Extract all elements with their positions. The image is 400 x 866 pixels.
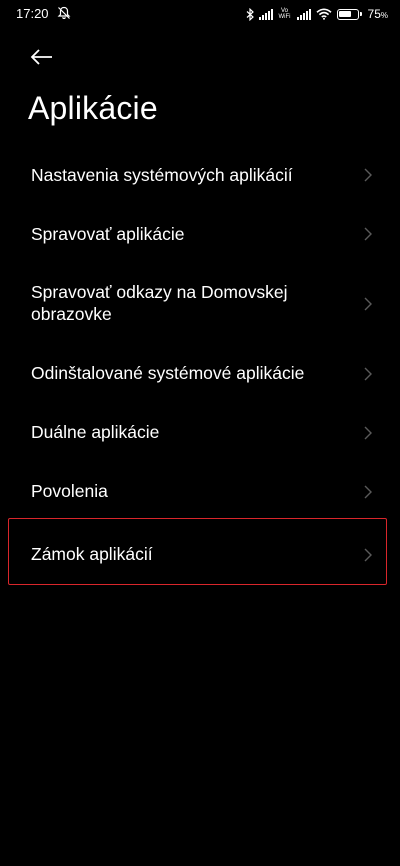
highlight-box [8, 518, 387, 585]
chevron-right-icon [364, 367, 372, 380]
chevron-right-icon [364, 426, 372, 439]
back-arrow-icon[interactable] [28, 42, 58, 72]
menu-item-permissions[interactable]: Povolenia [0, 462, 400, 522]
menu-item-dual-apps[interactable]: Duálne aplikácie [0, 403, 400, 462]
chevron-right-icon [364, 485, 372, 499]
status-icons: Vo WiFi 75% [246, 5, 388, 23]
page-title: Aplikácie [28, 90, 158, 126]
mute-icon [57, 6, 71, 19]
wifi-label: WiFi [278, 14, 291, 20]
battery-percent: 75% [367, 7, 388, 21]
wifi-icon [316, 8, 332, 20]
battery-icon [336, 8, 362, 20]
bluetooth-icon [246, 7, 254, 21]
menu-item-label: Odinštalované systémové aplikácie [31, 363, 305, 383]
menu-item-label: Povolenia [31, 481, 108, 501]
volte-wifi-icon: Vo WiFi [278, 8, 292, 20]
signal-icon [258, 8, 273, 20]
menu-item-label: Spravovať odkazy na Domovskej obrazovke [31, 282, 288, 324]
status-time: 17:20 [16, 6, 49, 21]
menu-item-label: Duálne aplikácie [31, 422, 160, 442]
chevron-right-icon [364, 297, 372, 310]
menu-item-manage-apps[interactable]: Spravovať aplikácie [0, 205, 400, 263]
chevron-right-icon [364, 168, 372, 182]
chevron-right-icon [364, 227, 372, 241]
signal-icon [296, 8, 311, 20]
menu-item-system-app-settings[interactable]: Nastavenia systémových aplikácií [0, 145, 400, 205]
status-bar: 17:20 Vo WiFi 75% [0, 0, 400, 28]
menu-item-label: Nastavenia systémových aplikácií [31, 165, 293, 185]
menu-item-label: Spravovať aplikácie [31, 224, 185, 244]
battery-level [339, 11, 352, 17]
menu-item-uninstalled-system-apps[interactable]: Odinštalované systémové aplikácie [0, 344, 400, 403]
menu-item-manage-home-shortcuts[interactable]: Spravovať odkazy na Domovskej obrazovke [0, 263, 400, 344]
